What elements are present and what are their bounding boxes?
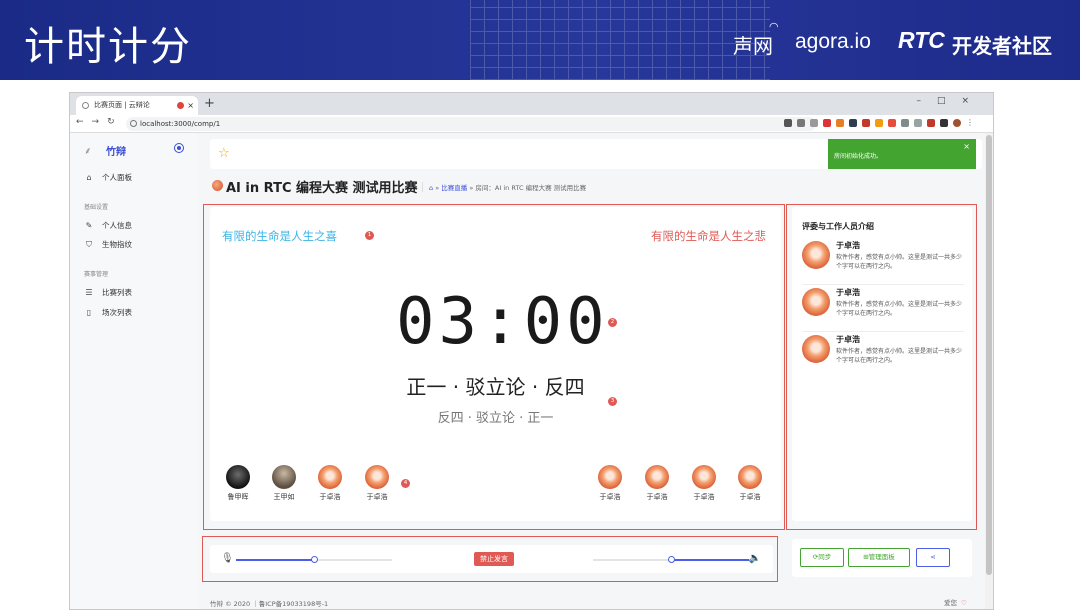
navigation-buttons[interactable]: ←→↻	[76, 117, 123, 127]
sidebar-item-profile[interactable]: ✎ 个人信息	[84, 220, 132, 232]
window-controls[interactable]: –□×	[916, 96, 985, 106]
sidebar: ⸙ 竹辩 ⌂ 个人面板 基础设置 ✎ 个人信息 ⛉ 生物指纹 赛事管理 ☰ 比赛列表 ▯…	[70, 133, 198, 609]
breadcrumb-current: 房间：AI in RTC 编程大赛 测试用比赛	[475, 184, 587, 192]
profile-avatar-icon[interactable]	[953, 119, 961, 127]
browser-tab[interactable]: 比赛页面 | 云辩论 ×	[76, 96, 198, 115]
competition-avatar-icon	[212, 180, 223, 191]
sidebar-item-dashboard[interactable]: ⌂ 个人面板	[84, 172, 132, 184]
url-field[interactable]: localhost:3000/comp/1	[126, 117, 816, 131]
brand-name: 竹辩	[106, 147, 126, 158]
extension-bolt-icon[interactable]	[875, 119, 883, 127]
recording-icon	[177, 102, 184, 109]
admin-panel-button-label: 管理面板	[868, 553, 895, 561]
key-icon[interactable]	[797, 119, 805, 127]
extension-puzzle-icon[interactable]	[901, 119, 909, 127]
sidebar-collapse-icon[interactable]	[174, 143, 184, 153]
breadcrumb-home-icon[interactable]: ⌂	[429, 184, 433, 192]
extension-cursor-icon[interactable]	[914, 119, 922, 127]
header-decoration	[470, 0, 770, 80]
competition-title: AI in RTC 编程大赛 测试用比赛	[226, 181, 418, 196]
sidebar-group-basic: 基础设置	[84, 204, 109, 211]
bookmark-star-icon[interactable]	[810, 119, 818, 127]
highlight-box-judges	[786, 204, 977, 530]
extension-icons[interactable]: ⋮	[784, 119, 974, 127]
breadcrumb: ⌂ » 比赛直播 » 房间：AI in RTC 编程大赛 测试用比赛	[422, 182, 586, 192]
shengwang-logo-text: 声网	[733, 34, 773, 58]
tab-close-icon[interactable]: ×	[187, 96, 194, 115]
extension-v-icon[interactable]	[849, 119, 857, 127]
home-icon: ⌂	[86, 173, 92, 182]
extension-dark-icon[interactable]	[940, 119, 948, 127]
sync-button-label: 同步	[818, 553, 832, 561]
highlight-box-debate	[203, 204, 785, 530]
tab-title: 比赛页面 | 云辩论	[94, 101, 150, 109]
favorite-star-icon[interactable]: ☆	[218, 146, 230, 161]
page-favicon-icon	[82, 102, 89, 109]
sidebar-group-events: 赛事管理	[84, 271, 109, 278]
footer-love: 爱您 ♡	[944, 597, 967, 607]
page-scrollbar[interactable]	[985, 133, 993, 609]
scrollbar-thumb[interactable]	[986, 135, 992, 575]
sidebar-item-label: 个人信息	[102, 221, 132, 230]
wifi-icon: ◠	[769, 20, 779, 33]
toast-close-icon[interactable]: ×	[963, 142, 970, 151]
camera-icon[interactable]	[784, 119, 792, 127]
edit-icon: ✎	[85, 221, 93, 230]
admin-panel-button[interactable]: ⊞管理面板	[848, 548, 910, 567]
sidebar-item-label: 场次列表	[102, 308, 132, 317]
footer-copyright: 竹辩 © 2020 ｜鲁ICP备19033198号-1	[210, 600, 329, 608]
sidebar-item-sessions[interactable]: ▯ 场次列表	[84, 307, 132, 319]
sidebar-item-competitions[interactable]: ☰ 比赛列表	[84, 287, 132, 299]
sidebar-item-label: 生物指纹	[102, 240, 132, 249]
share-icon: ⋖	[930, 553, 936, 561]
extension-fox-icon[interactable]	[836, 119, 844, 127]
tab-bar: 比赛页面 | 云辩论 × + –□×	[70, 93, 993, 115]
sync-button[interactable]: ⟳同步	[800, 548, 844, 567]
breadcrumb-separator: »	[469, 184, 474, 192]
bamboo-logo-icon: ⸙	[84, 146, 92, 157]
new-tab-button[interactable]: +	[204, 96, 215, 111]
breadcrumb-separator: »	[435, 184, 440, 192]
extension-red-icon[interactable]	[927, 119, 935, 127]
toast-message: 房间初始化成功。	[834, 153, 883, 160]
slide-title: 计时计分	[24, 24, 192, 70]
sidebar-item-label: 个人面板	[102, 173, 132, 182]
competition-heading: AI in RTC 编程大赛 测试用比赛 ⌂ » 比赛直播 » 房间：AI in…	[210, 177, 810, 197]
sidebar-item-label: 比赛列表	[102, 288, 132, 297]
action-buttons-card: ⟳同步 ⊞管理面板 ⋖	[792, 539, 972, 577]
extension-pdf-icon[interactable]	[888, 119, 896, 127]
address-bar: ←→↻ localhost:3000/comp/1 ⋮	[70, 115, 993, 133]
site-info-icon[interactable]	[130, 120, 137, 127]
rtc-community-logo: 开发者社区	[952, 34, 1052, 58]
document-icon: ▯	[86, 308, 92, 317]
browser-menu-icon[interactable]: ⋮	[966, 119, 974, 127]
breadcrumb-live-link[interactable]: 比赛直播	[441, 184, 467, 192]
success-toast: 房间初始化成功。 ×	[828, 139, 976, 169]
footer-love-text: 爱您	[944, 599, 957, 607]
shield-icon: ⛉	[86, 240, 92, 249]
heart-icon: ♡	[961, 599, 967, 607]
rtc-logo: RTC	[898, 27, 945, 53]
shengwang-logo: 声网 ◠	[733, 20, 779, 59]
agora-logo: agora.io	[795, 30, 871, 53]
url-text: localhost:3000/comp/1	[140, 120, 221, 128]
sidebar-item-biometrics[interactable]: ⛉ 生物指纹	[84, 239, 132, 251]
highlight-box-controls	[202, 536, 778, 582]
extension-abp-icon[interactable]	[823, 119, 831, 127]
slide-header: 计时计分 声网 ◠ agora.io RTC 开发者社区	[0, 0, 1080, 80]
list-icon: ☰	[85, 288, 93, 297]
share-button[interactable]: ⋖	[916, 548, 950, 567]
extension-shield-icon[interactable]	[862, 119, 870, 127]
